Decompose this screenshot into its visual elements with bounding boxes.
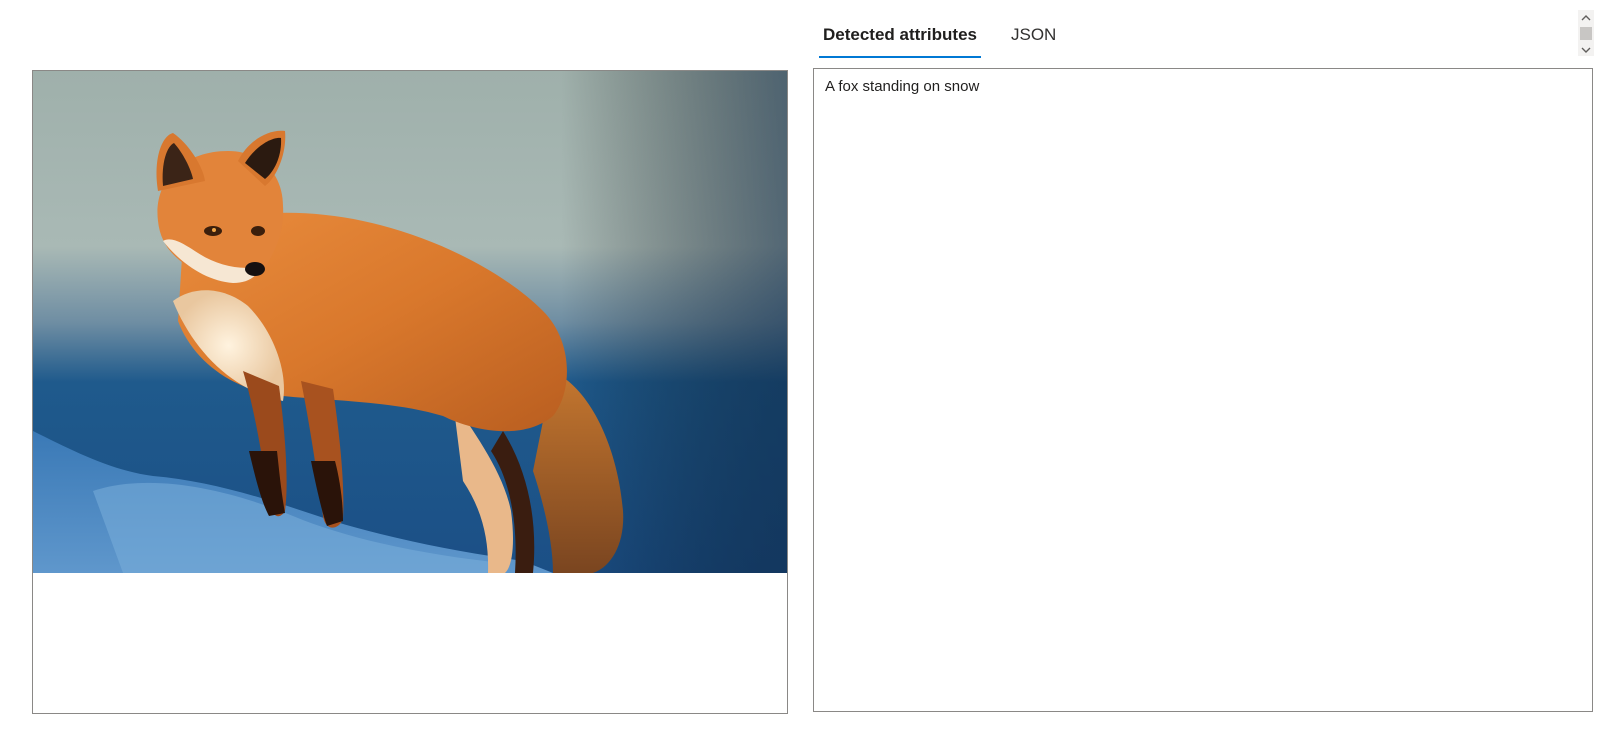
result-tabs: Detected attributes JSON bbox=[819, 18, 1060, 58]
detected-attributes-panel: A fox standing on snow bbox=[813, 68, 1593, 712]
image-preview-panel bbox=[32, 70, 788, 714]
scroll-thumb[interactable] bbox=[1580, 27, 1592, 40]
chevron-up-icon[interactable] bbox=[1578, 11, 1594, 23]
page-scrollbar[interactable] bbox=[1578, 10, 1594, 56]
chevron-down-icon[interactable] bbox=[1578, 44, 1594, 56]
tab-detected-attributes[interactable]: Detected attributes bbox=[819, 18, 981, 58]
image-analysis-page: Detected attributes JSON A fox standing … bbox=[0, 0, 1609, 747]
fox-photo bbox=[33, 71, 787, 573]
caption-text: A fox standing on snow bbox=[825, 78, 980, 95]
tab-json[interactable]: JSON bbox=[1007, 18, 1060, 56]
